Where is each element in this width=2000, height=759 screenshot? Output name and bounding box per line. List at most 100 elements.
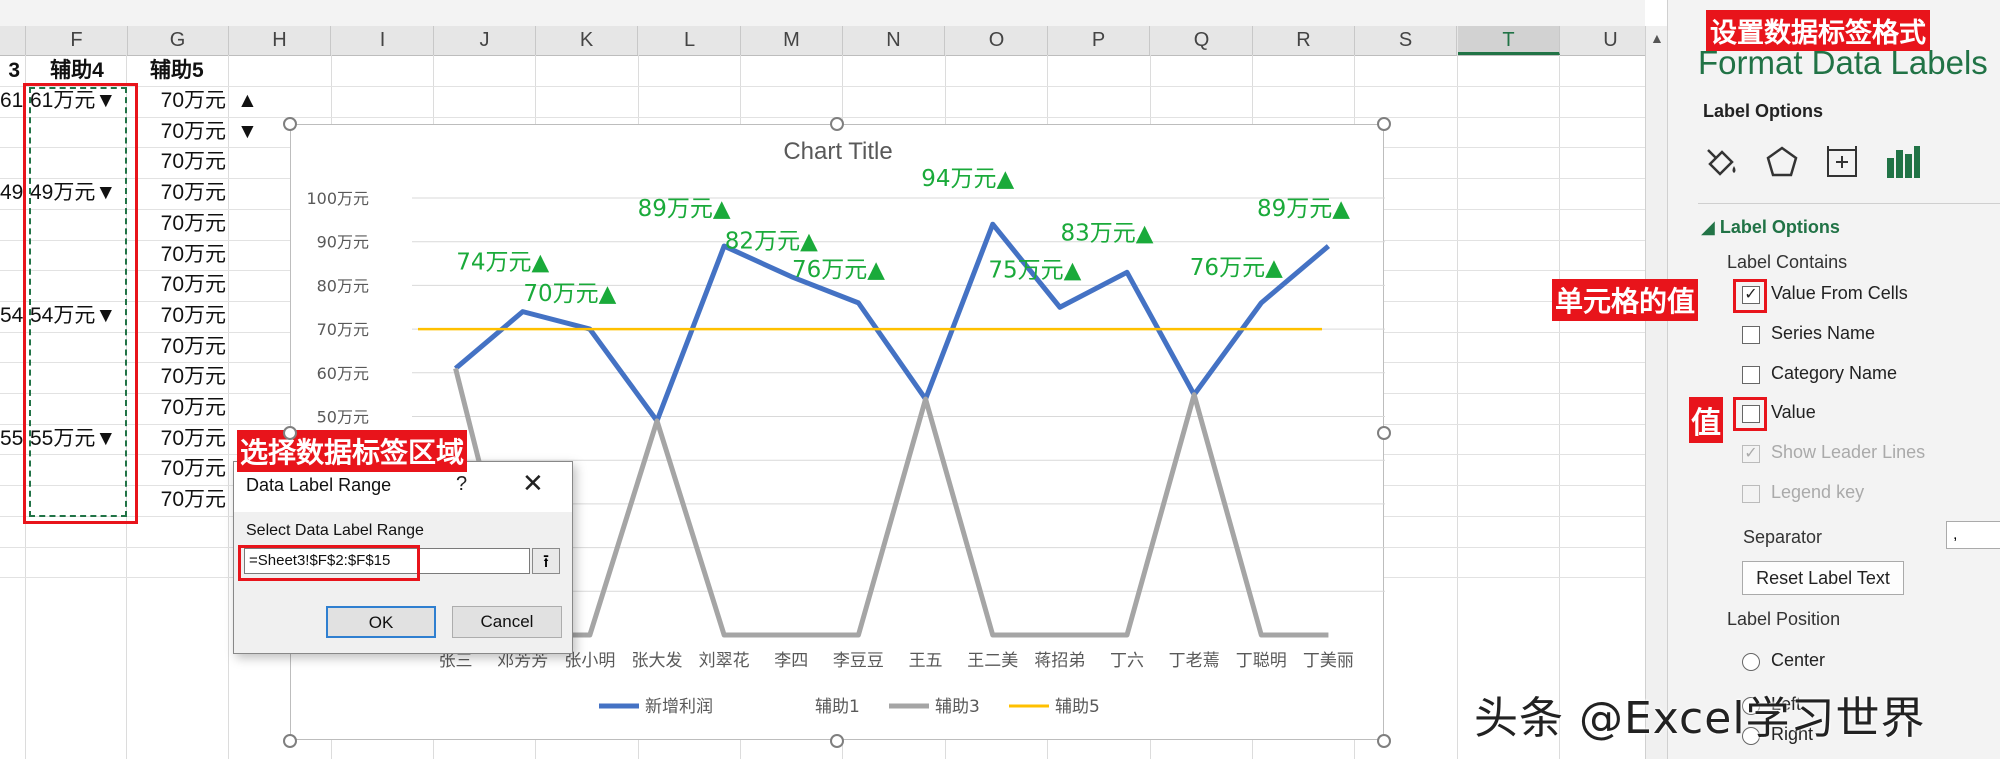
- checkbox-label[interactable]: Category Name: [1771, 363, 1897, 384]
- grid-line-vertical: [1457, 55, 1458, 759]
- column-header-t[interactable]: T: [1458, 26, 1560, 55]
- highlight-value-checkbox: [1733, 397, 1767, 431]
- category-label: 邓芳芳: [497, 651, 548, 671]
- separator-dropdown[interactable]: ,: [1946, 521, 2000, 549]
- category-label: 张三: [439, 651, 473, 671]
- column-header-q[interactable]: Q: [1151, 26, 1253, 55]
- help-icon[interactable]: ?: [456, 473, 467, 496]
- cancel-button[interactable]: Cancel: [452, 606, 562, 638]
- collapse-dialog-button[interactable]: ⭱: [532, 548, 560, 574]
- vertical-scrollbar[interactable]: ▲: [1645, 26, 1668, 759]
- radio-center[interactable]: [1742, 653, 1760, 671]
- cell-e[interactable]: 61: [0, 86, 23, 116]
- header-cell-g[interactable]: 辅助5: [150, 56, 240, 86]
- column-header-j[interactable]: J: [434, 26, 536, 55]
- chart-resize-handle[interactable]: [283, 117, 297, 131]
- checkbox-label[interactable]: Value: [1771, 402, 1816, 423]
- checkbox-label[interactable]: Legend key: [1771, 482, 1864, 503]
- highlight-value-from-cells: [1733, 279, 1767, 313]
- chart-resize-handle[interactable]: [283, 426, 297, 440]
- header-cell-f[interactable]: 辅助4: [32, 56, 122, 86]
- label-position-heading: Label Position: [1727, 609, 1841, 629]
- checkbox-legend-key[interactable]: [1742, 485, 1760, 503]
- column-header-m[interactable]: M: [741, 26, 843, 55]
- highlight-range-input: [238, 545, 420, 581]
- upload-arrow-icon: ⭱: [542, 551, 550, 571]
- cell-g[interactable]: 70万元: [130, 454, 226, 484]
- checkbox-series-name[interactable]: [1742, 326, 1760, 344]
- cell-g[interactable]: 70万元: [130, 240, 226, 270]
- cell-g[interactable]: 70万元: [130, 362, 226, 392]
- annotation-cell-value: 单元格的值: [1552, 279, 1699, 321]
- checkbox-show-leader-lines[interactable]: ✓: [1742, 445, 1760, 463]
- size-properties-icon[interactable]: [1822, 142, 1862, 182]
- legend-entry: 辅助5: [1055, 697, 1100, 717]
- chart-resize-handle[interactable]: [1377, 117, 1391, 131]
- column-header-n[interactable]: N: [843, 26, 945, 55]
- cell-e[interactable]: 55: [0, 424, 23, 454]
- cell-e[interactable]: 54: [0, 301, 23, 331]
- y-tick-label: 70万元: [317, 320, 369, 339]
- chart-resize-handle[interactable]: [830, 117, 844, 131]
- column-header-k[interactable]: K: [536, 26, 638, 55]
- checkbox-category-name[interactable]: [1742, 366, 1760, 384]
- ok-button[interactable]: OK: [326, 606, 436, 638]
- checkbox-label[interactable]: Series Name: [1771, 323, 1875, 344]
- data-label: 83万元▲: [1061, 220, 1154, 246]
- cell-g[interactable]: 70万元: [130, 178, 226, 208]
- column-header-o[interactable]: O: [946, 26, 1048, 55]
- label-contains-heading: Label Contains: [1727, 252, 1848, 272]
- column-header-r[interactable]: R: [1253, 26, 1355, 55]
- column-header-s[interactable]: S: [1355, 26, 1457, 55]
- cell-g[interactable]: 70万元: [130, 117, 226, 147]
- cell-h[interactable]: ▼: [237, 117, 267, 147]
- chart-resize-handle[interactable]: [283, 734, 297, 748]
- reset-label-text-button[interactable]: Reset Label Text: [1742, 561, 1904, 595]
- cell-g[interactable]: 70万元: [130, 209, 226, 239]
- column-header-l[interactable]: L: [639, 26, 741, 55]
- column-header-g[interactable]: G: [127, 26, 229, 55]
- cell-g[interactable]: 70万元: [130, 485, 226, 515]
- checkbox-label[interactable]: Show Leader Lines: [1771, 442, 1925, 463]
- scroll-up-icon[interactable]: ▲: [1650, 30, 1664, 46]
- chart-title: Chart Title: [783, 138, 892, 165]
- cell-g[interactable]: 70万元: [130, 86, 226, 116]
- cell-g[interactable]: 70万元: [130, 301, 226, 331]
- cell-e[interactable]: 49: [0, 178, 23, 208]
- close-icon[interactable]: ✕: [522, 468, 544, 499]
- radio-label[interactable]: Center: [1771, 650, 1825, 671]
- cell-g[interactable]: 70万元: [130, 332, 226, 362]
- cell-g[interactable]: 70万元: [130, 424, 226, 454]
- checkbox-label[interactable]: Value From Cells: [1771, 283, 1908, 304]
- chart-resize-handle[interactable]: [1377, 734, 1391, 748]
- y-tick-label: 60万元: [317, 364, 369, 383]
- cell-h[interactable]: ▲: [237, 86, 267, 116]
- label-options-section-header[interactable]: ◢ Label Options: [1701, 217, 1840, 238]
- data-label: 89万元▲: [1257, 196, 1350, 222]
- series-line-0: [453, 221, 1331, 424]
- data-label: 76万元▲: [1190, 255, 1283, 281]
- chart-resize-handle[interactable]: [830, 734, 844, 748]
- chart-resize-handle[interactable]: [1377, 426, 1391, 440]
- label-options-bar-chart-icon[interactable]: [1882, 142, 1922, 182]
- column-header-p[interactable]: P: [1048, 26, 1150, 55]
- cell-g[interactable]: 70万元: [130, 393, 226, 423]
- cell-g[interactable]: 70万元: [130, 270, 226, 300]
- fill-line-icon[interactable]: [1702, 142, 1742, 182]
- column-header-i[interactable]: I: [332, 26, 434, 55]
- column-header-h[interactable]: H: [229, 26, 331, 55]
- data-label: 89万元▲: [638, 196, 731, 222]
- header-cell-e[interactable]: 3: [0, 56, 20, 86]
- highlight-column-f: [23, 83, 138, 524]
- data-label: 75万元▲: [988, 257, 1081, 283]
- column-header-f[interactable]: F: [26, 26, 128, 55]
- cell-g[interactable]: 70万元: [130, 147, 226, 177]
- data-label: 70万元▲: [523, 281, 616, 307]
- column-header-row: FGHIJKLMNOPQRSTU: [0, 26, 1645, 56]
- column-header-u[interactable]: U: [1560, 26, 1645, 55]
- category-label: 丁聪明: [1236, 651, 1287, 671]
- column-header-e[interactable]: [0, 26, 26, 55]
- effects-pentagon-icon[interactable]: [1762, 142, 1802, 182]
- label-options-tab-heading[interactable]: Label Options: [1703, 101, 1823, 122]
- y-tick-label: 80万元: [317, 276, 369, 295]
